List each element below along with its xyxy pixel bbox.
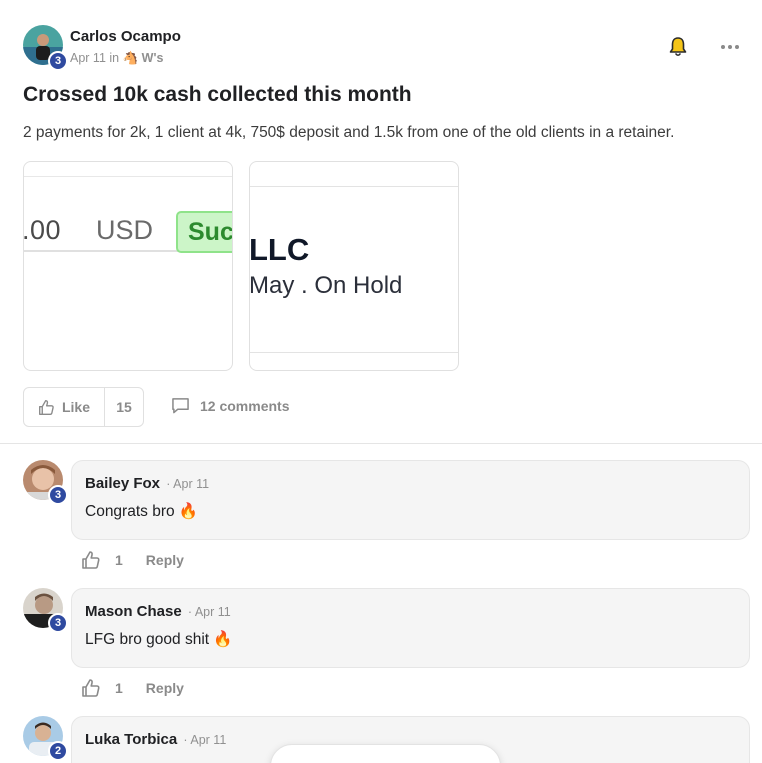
thumbs-up-icon (39, 399, 54, 415)
group-emoji: 🐴 (122, 51, 139, 65)
more-dot (728, 45, 732, 49)
comments-link[interactable]: 12 comments (171, 397, 289, 414)
comment-like-count: 1 (115, 552, 123, 568)
comment-actions: 1 Reply (81, 678, 184, 698)
reply-button[interactable]: Reply (146, 680, 184, 696)
like-count[interactable]: 15 (105, 388, 143, 426)
more-dot (721, 45, 725, 49)
attachment-thumbnail-payment[interactable]: .00 USD Succ (23, 161, 233, 371)
thumbs-up-icon[interactable] (81, 550, 101, 570)
commenter-level-badge: 2 (48, 741, 68, 761)
comment-like-count: 1 (115, 680, 123, 696)
post-date[interactable]: Apr 11 (70, 51, 106, 65)
comment-author-line: Bailey Fox · Apr 11 (85, 475, 209, 492)
comment-icon (172, 398, 189, 414)
comment-bubble: Mason Chase · Apr 11 LFG bro good shit 🔥 (71, 588, 750, 668)
thumbs-up-icon[interactable] (81, 678, 101, 698)
comment-bubble: Bailey Fox · Apr 11 Congrats bro 🔥 (71, 460, 750, 540)
invoice-status: May . On Hold (249, 272, 403, 299)
payment-amount: .00 (23, 215, 62, 245)
attachment-thumbnail-invoice[interactable]: LLC May . On Hold (249, 161, 459, 371)
payment-status-badge: Succ (176, 211, 232, 253)
invoice-divider (250, 352, 458, 353)
floating-new-comments-pill[interactable] (270, 744, 501, 763)
post-meta: Apr 11 in 🐴 W's (70, 51, 163, 66)
like-control: Like 15 (23, 387, 144, 427)
comments-count-label: 12 comments (200, 397, 290, 414)
comment-date[interactable]: · Apr 11 (166, 477, 209, 491)
invoice-divider (250, 186, 458, 187)
payment-currency: USD (96, 215, 154, 245)
more-icon[interactable] (718, 37, 742, 57)
invoice-company: LLC (249, 232, 310, 267)
comment-author[interactable]: Bailey Fox (85, 475, 160, 492)
post-in-label: in (109, 51, 120, 65)
comment-author-line: Mason Chase · Apr 11 (85, 603, 231, 620)
author-name[interactable]: Carlos Ocampo (70, 28, 181, 45)
comment-author-line: Luka Torbica · Apr 11 (85, 731, 226, 748)
comment-date[interactable]: · Apr 11 (188, 605, 231, 619)
like-label: Like (61, 399, 90, 415)
comment-date[interactable]: · Apr 11 (183, 733, 226, 747)
comment-text: LFG bro good shit 🔥 (85, 631, 233, 648)
group-name[interactable]: W's (142, 51, 164, 65)
author-level-badge: 3 (48, 51, 68, 71)
payment-row: .00 USD Succ (23, 176, 232, 253)
comment-author[interactable]: Luka Torbica (85, 731, 177, 748)
section-divider (0, 443, 762, 444)
comment-actions: 1 Reply (81, 550, 184, 570)
comment-text: Congrats bro 🔥 (85, 503, 199, 520)
commenter-level-badge: 3 (48, 485, 68, 505)
commenter-level-badge: 3 (48, 613, 68, 633)
post-title: Crossed 10k cash collected this month (23, 83, 412, 106)
post-header: 3 Carlos Ocampo Apr 11 in 🐴 W's (23, 25, 742, 71)
bell-icon[interactable] (668, 36, 688, 58)
like-button[interactable]: Like (24, 388, 105, 426)
post-body: 2 payments for 2k, 1 client at 4k, 750$ … (23, 124, 675, 141)
more-dot (735, 45, 739, 49)
reply-button[interactable]: Reply (146, 552, 184, 568)
comment-author[interactable]: Mason Chase (85, 603, 182, 620)
